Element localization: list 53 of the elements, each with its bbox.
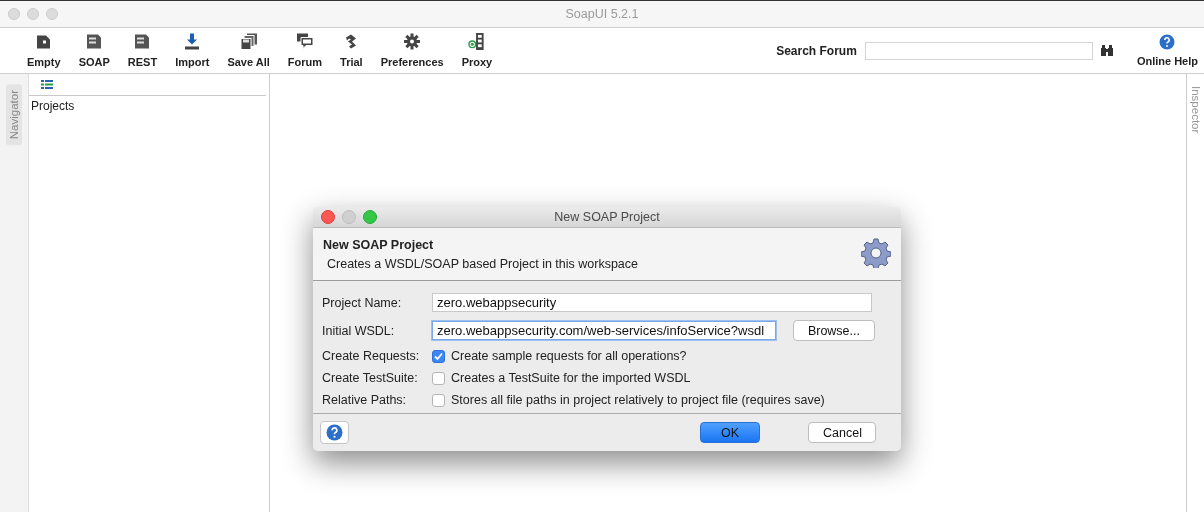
tree-item[interactable]: Projects	[29, 96, 269, 116]
input-field[interactable]: zero.webappsecurity	[432, 293, 872, 312]
field-label: Create Requests:	[322, 349, 421, 363]
toolbar-button[interactable]: Import	[166, 28, 219, 73]
server-icon	[467, 33, 486, 50]
toolbar-button[interactable]: SOAP	[69, 28, 119, 73]
cancel-button[interactable]: Cancel	[808, 422, 876, 443]
document-icon	[35, 33, 52, 50]
binoculars-icon[interactable]	[1100, 45, 1113, 56]
window-title: SoapUI 5.2.1	[565, 7, 639, 21]
checkbox[interactable]	[432, 349, 445, 363]
browse-button[interactable]: Browse...	[792, 320, 875, 341]
toolbar-button[interactable]: Trial	[331, 28, 372, 73]
dialog-description: Creates a WSDL/SOAP based Project in this workspace	[326, 257, 639, 271]
checkbox-label: Stores all file paths in project relatively to project file (requires save)	[451, 393, 825, 407]
chat-bubbles-icon	[296, 33, 313, 50]
gear-icon	[861, 238, 891, 268]
toolbar-button[interactable]: REST	[118, 28, 167, 73]
field-label: Initial WSDL:	[322, 323, 396, 338]
gear-icon	[404, 33, 421, 50]
zoom-button[interactable]	[46, 8, 58, 20]
search-label: Search Forum	[776, 43, 857, 58]
toolbar-button[interactable]: Proxy	[452, 28, 502, 73]
checkbox[interactable]	[432, 371, 445, 385]
minimize-button[interactable]	[27, 8, 39, 20]
field-label: Create TestSuite:	[322, 371, 419, 385]
toolbar-button[interactable]: Preferences	[371, 28, 453, 73]
search-field[interactable]	[864, 41, 1093, 60]
field-label: Project Name:	[322, 295, 403, 310]
minimize-button[interactable]	[342, 210, 356, 224]
toolbar-button[interactable]: Empty	[18, 28, 70, 73]
close-button[interactable]	[321, 210, 335, 224]
help-icon	[326, 424, 343, 441]
toolbar-button[interactable]: Forum	[278, 28, 332, 73]
field-label: Relative Paths:	[322, 393, 408, 407]
help-button[interactable]	[320, 421, 349, 444]
ok-button[interactable]: OK	[700, 422, 760, 443]
dialog-title: New SOAP Project	[554, 210, 660, 224]
help-icon	[1159, 34, 1176, 50]
toolbar-button[interactable]: Save All	[218, 28, 279, 73]
document-icon	[134, 33, 151, 50]
input-field[interactable]: zero.webappsecurity.com/web-services/infoService?wsdl	[432, 321, 776, 340]
floppy-disks-icon	[240, 33, 257, 50]
checkbox[interactable]	[432, 393, 445, 407]
document-icon	[86, 33, 103, 50]
download-icon	[184, 33, 201, 50]
checkbox-label: Creates a TestSuite for the imported WSDL	[451, 371, 691, 385]
online-help-button[interactable]: Online Help	[1128, 28, 1204, 73]
list-view-icon[interactable]	[41, 80, 53, 89]
close-button[interactable]	[8, 8, 20, 20]
checkbox-label: Create sample requests for all operations?	[451, 349, 687, 363]
zoom-button[interactable]	[363, 210, 377, 224]
dialog-heading: New SOAP Project	[323, 238, 435, 252]
